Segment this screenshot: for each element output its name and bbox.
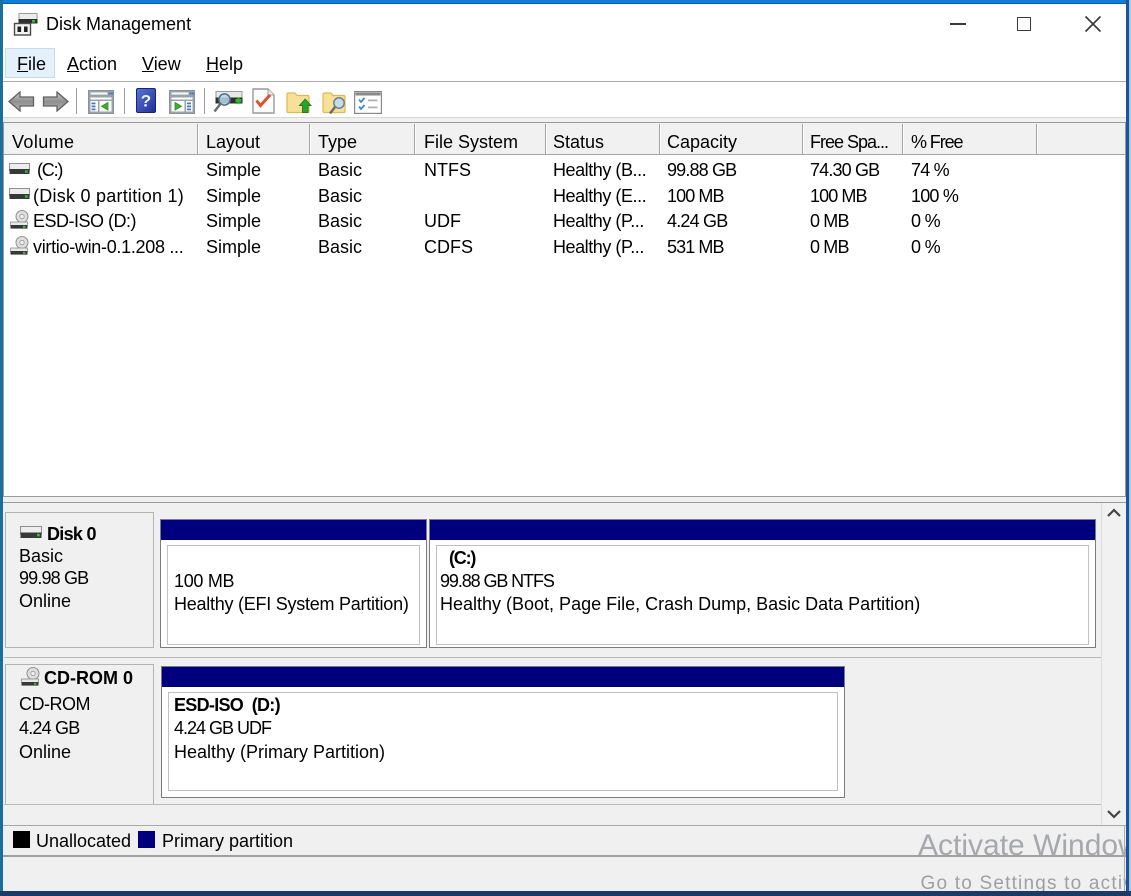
svg-text:?: ? <box>141 92 151 111</box>
